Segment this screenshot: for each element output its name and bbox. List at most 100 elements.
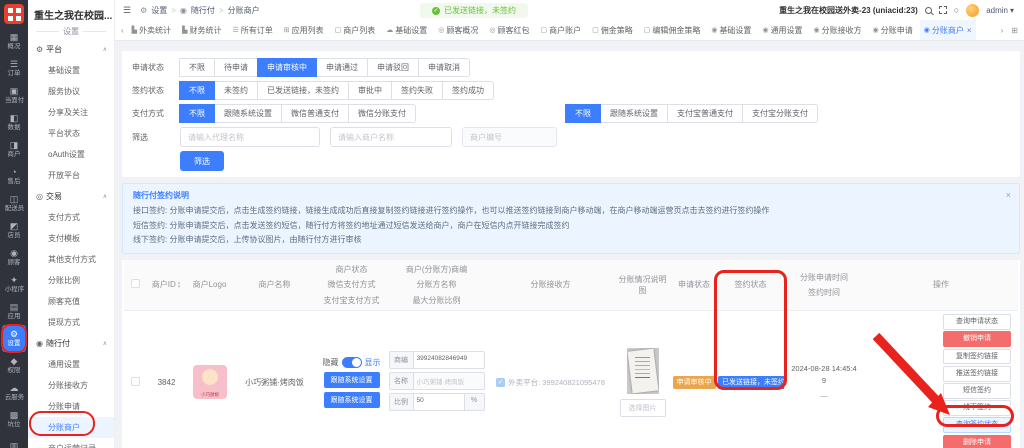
op-button[interactable]: 查询申请状态: [943, 314, 1011, 330]
tab[interactable]: ◉ 通用设置: [758, 20, 809, 40]
apply-status-option[interactable]: 待申请: [214, 58, 258, 77]
menu-item[interactable]: 分账申请: [28, 396, 114, 417]
app-sidebar-item[interactable]: ✦ 小程序: [2, 271, 26, 298]
alipay-pay-option[interactable]: 支付宝分账支付: [742, 104, 818, 123]
apply-status-option[interactable]: 申请审核中: [257, 58, 317, 77]
app-sidebar-item[interactable]: ▤ 应用: [2, 298, 26, 325]
app-sidebar-item[interactable]: ◉ 顾客: [2, 244, 26, 271]
tabs-scroll-left-icon[interactable]: ‹: [117, 20, 128, 40]
tab[interactable]: ▢ 商户账户: [536, 20, 588, 40]
tabs-menu-icon[interactable]: ⊞: [1007, 20, 1022, 40]
op-button[interactable]: 复制签约链接: [943, 348, 1011, 365]
tab[interactable]: ◉ 分账接收方: [810, 20, 869, 40]
op-button[interactable]: 查询签约状态: [943, 417, 1011, 434]
app-sidebar-item[interactable]: ◨ 商户: [2, 136, 26, 163]
breadcrumb-suixingfu[interactable]: 随行付: [191, 5, 215, 16]
app-sidebar-item[interactable]: ▥: [2, 433, 26, 448]
tab[interactable]: ◉ 分账商户 ×: [919, 20, 976, 40]
apply-status-option[interactable]: 不限: [179, 58, 215, 77]
menu-item[interactable]: 分账接收方: [28, 375, 114, 396]
apply-status-option[interactable]: 申请驳回: [367, 58, 419, 77]
alipay-follow-system-button[interactable]: 跟随系统设置: [323, 391, 380, 408]
menu-item[interactable]: 基础设置: [28, 60, 114, 81]
breadcrumb-settings[interactable]: 设置: [151, 5, 167, 16]
tab[interactable]: ◉ 分账申请: [869, 20, 920, 40]
wechat-pay-option[interactable]: 微信分账支付: [348, 104, 416, 123]
col-merchant-id[interactable]: 商户ID ▲ ▼: [146, 260, 187, 311]
filter-submit-button[interactable]: 筛选: [180, 151, 224, 171]
menu-item[interactable]: 平台状态: [28, 123, 114, 144]
wechat-pay-option[interactable]: 跟随系统设置: [214, 104, 282, 123]
menu-item[interactable]: 其他支付方式: [28, 249, 114, 270]
code-value-input[interactable]: 39924082846949: [412, 350, 485, 369]
app-sidebar-item[interactable]: ◫ 配送员: [2, 190, 26, 217]
op-button[interactable]: 推送签约链接: [943, 365, 1011, 382]
app-sidebar-item[interactable]: ▣ 当面付: [2, 82, 26, 109]
app-sidebar-item[interactable]: ◆ 权限: [2, 352, 26, 379]
app-sidebar-item[interactable]: ▦ 概况: [2, 28, 26, 55]
app-sidebar-item[interactable]: ⚙ 设置: [2, 325, 26, 352]
search-icon[interactable]: [924, 6, 932, 14]
tab[interactable]: ☁ 基础设置: [382, 20, 434, 40]
menu-item[interactable]: 支付方式: [28, 207, 114, 228]
menu-item[interactable]: ◎ 交易 ∧: [28, 186, 114, 207]
sign-status-option[interactable]: 已发送链接，未签约: [257, 81, 349, 100]
menu-item[interactable]: 通用设置: [28, 354, 114, 375]
menu-item[interactable]: 提现方式: [28, 312, 114, 333]
menu-item[interactable]: ◉ 随行付 ∧: [28, 333, 114, 354]
op-button[interactable]: 删除申请: [943, 434, 1011, 448]
tab[interactable]: ◎ 顾客概况: [434, 20, 485, 40]
agreement-photo-thumbnail[interactable]: [626, 347, 659, 394]
op-button[interactable]: 撤销申请: [943, 331, 1011, 348]
menu-item[interactable]: 顾客充值: [28, 291, 114, 312]
apply-status-option[interactable]: 申请取消: [418, 58, 470, 77]
tab-close-icon[interactable]: ×: [967, 26, 972, 35]
tab[interactable]: ▢ 佣金策略: [588, 20, 640, 40]
sign-status-option[interactable]: 审批中: [348, 81, 392, 100]
menu-item[interactable]: oAuth设置: [28, 144, 114, 165]
select-all-checkbox[interactable]: [130, 279, 140, 289]
choose-image-button[interactable]: 选择图片: [619, 398, 666, 417]
receiver-checkbox[interactable]: ✓: [496, 377, 506, 387]
tab[interactable]: ⊞ 应用列表: [280, 20, 331, 40]
user-menu[interactable]: admin ▾: [986, 6, 1014, 15]
menu-fold-icon[interactable]: ☰: [123, 5, 131, 16]
ratio-value-input[interactable]: 50: [412, 392, 465, 411]
app-sidebar-item[interactable]: ◩ 店员: [2, 217, 26, 244]
tab[interactable]: ◉ 基础设置: [707, 20, 758, 40]
tab[interactable]: ☰ 所有订单: [228, 20, 279, 40]
user-avatar[interactable]: [966, 3, 980, 17]
close-icon[interactable]: ×: [1006, 187, 1011, 204]
app-sidebar-item[interactable]: ☁ 云服务: [2, 379, 26, 406]
sort-icon[interactable]: ▲ ▼: [177, 281, 181, 290]
tab[interactable]: ▙ 外卖统计: [128, 20, 178, 40]
app-sidebar-item[interactable]: ◔ 售后: [2, 163, 26, 190]
menu-item[interactable]: 商户运营记录: [28, 438, 114, 448]
op-button[interactable]: 线下签约: [943, 400, 1011, 416]
sign-status-option[interactable]: 未签约: [214, 81, 258, 100]
tab[interactable]: ▙ 财务统计: [178, 20, 228, 40]
fullscreen-icon[interactable]: [938, 6, 947, 14]
wechat-pay-option[interactable]: 不限: [179, 104, 215, 123]
wechat-follow-system-button[interactable]: 跟随系统设置: [323, 371, 380, 388]
refresh-icon[interactable]: ○: [954, 5, 959, 15]
sign-status-option[interactable]: 不限: [179, 81, 215, 100]
sign-status-option[interactable]: 签约失败: [391, 81, 443, 100]
agent-name-input[interactable]: [180, 127, 320, 147]
app-sidebar-item[interactable]: ☰ 订单: [2, 55, 26, 82]
alipay-pay-option[interactable]: 不限: [565, 104, 601, 123]
app-sidebar-item[interactable]: ▩ 坑位: [2, 406, 26, 433]
menu-item[interactable]: 分账比例: [28, 270, 114, 291]
menu-item[interactable]: 支付模板: [28, 228, 114, 249]
app-sidebar-item[interactable]: ◧ 数据: [2, 109, 26, 136]
menu-item[interactable]: 分账商户: [28, 417, 114, 438]
alipay-pay-option[interactable]: 跟随系统设置: [600, 104, 668, 123]
tab[interactable]: ◎ 顾客红包: [485, 20, 536, 40]
tab[interactable]: ▢ 编辑佣金策略: [640, 20, 708, 40]
wechat-pay-option[interactable]: 微信普通支付: [281, 104, 349, 123]
menu-item[interactable]: ⚙ 平台 ∧: [28, 39, 114, 60]
merchant-name-input[interactable]: [330, 127, 452, 147]
menu-item[interactable]: 分享及关注: [28, 102, 114, 123]
menu-item[interactable]: 开放平台: [28, 165, 114, 186]
tabs-scroll-right-icon[interactable]: ›: [997, 20, 1008, 40]
